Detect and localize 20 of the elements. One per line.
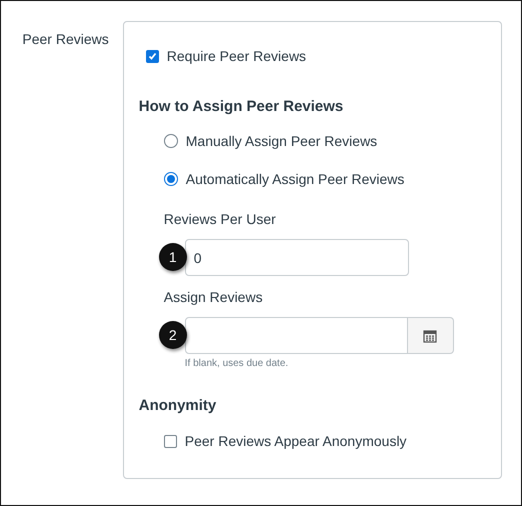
field-label: Assign Reviews	[164, 289, 264, 305]
section-label: Peer Reviews	[21, 30, 109, 47]
radio-label: Automatically Assign Peer Reviews	[186, 171, 404, 187]
field-label: Reviews Per User	[164, 211, 277, 227]
checkbox-label: Peer Reviews Appear Anonymously	[184, 433, 407, 449]
checkbox[interactable]	[146, 50, 159, 62]
radio-button[interactable]	[164, 134, 178, 148]
checkbox[interactable]	[164, 434, 177, 448]
checkbox-label: Require Peer Reviews	[166, 48, 306, 64]
calendar-button[interactable]	[408, 317, 454, 354]
radio-label: Manually Assign Peer Reviews	[186, 133, 378, 149]
radio-button[interactable]	[164, 172, 178, 186]
calendar-icon	[423, 328, 438, 342]
input-field[interactable]: 0	[184, 239, 409, 276]
callout-badge: 1	[158, 243, 187, 271]
section-heading: Anonymity	[138, 397, 218, 414]
hint-text: If blank, uses due date.	[184, 358, 290, 369]
callout-badge: 2	[158, 321, 187, 349]
section-heading: How to Assign Peer Reviews	[138, 98, 344, 115]
date-field[interactable]	[184, 317, 408, 354]
